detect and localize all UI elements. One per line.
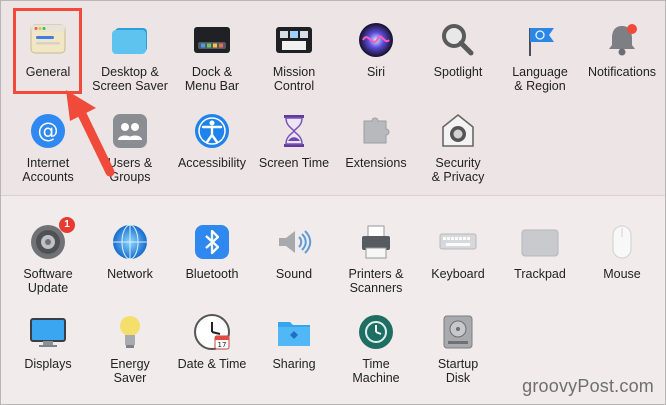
software-update-icon: 1 [28,217,75,262]
pane-time-machine[interactable]: Time Machine [335,296,417,385]
bluetooth-icon [192,222,232,262]
pane-label: Bluetooth [185,267,239,281]
watermark: groovyPost.com [522,376,654,396]
pane-label: Accessibility [177,156,247,170]
sound-icon [274,222,314,262]
pane-label: Sharing [272,357,316,371]
startup-disk-icon [438,312,478,352]
pane-label: Energy Saver [110,357,150,385]
calendar-day-label: 17 [218,341,227,349]
mouse-icon [602,222,642,262]
pane-label: Trackpad [514,267,566,281]
pane-label: Keyboard [431,267,485,281]
pane-network[interactable]: Network [89,206,171,294]
pane-date-time[interactable]: 17 Date & Time [171,296,253,384]
pane-label: Software Update [23,267,73,295]
general-highlight-box [13,8,82,94]
pointer-arrow [66,90,115,177]
pane-printers-scanners[interactable]: Printers & Scanners [335,206,417,295]
pane-screen-time[interactable]: Screen Time [253,95,335,183]
pane-startup-disk[interactable]: Startup Disk [417,296,499,385]
pane-mission-control[interactable]: Mission Control [253,4,335,93]
trackpad-icon [520,222,560,262]
pane-energy-saver[interactable]: Energy Saver [89,296,171,385]
pane-label: Siri [366,65,386,79]
siri-icon [356,20,396,60]
pane-label: Printers & Scanners [348,267,404,295]
svg-text:@: @ [38,119,59,143]
printers-scanners-icon [356,222,396,262]
pane-label: Screen Time [258,156,330,170]
pane-label: Spotlight [433,65,483,79]
time-machine-icon [356,312,396,352]
pane-label: Notifications [587,65,657,79]
pane-sharing[interactable]: Sharing [253,296,335,384]
pane-label: Sound [275,267,313,281]
pane-label: Date & Time [177,357,247,371]
pane-notifications[interactable]: Notifications [581,4,663,92]
update-count-badge: 1 [59,217,75,233]
pane-mouse[interactable]: Mouse [581,206,663,294]
pane-label: Displays [24,357,72,371]
extensions-icon [356,111,396,151]
security-privacy-icon [438,111,478,151]
pane-label: Mission Control [272,65,316,93]
pane-label: Desktop & Screen Saver [92,65,168,93]
pane-label: Network [107,267,153,281]
pane-trackpad[interactable]: Trackpad [499,206,581,294]
pane-keyboard[interactable]: Keyboard [417,206,499,294]
pane-desktop-screen-saver[interactable]: Desktop & Screen Saver [89,4,171,93]
language-region-icon [520,20,560,60]
pane-accessibility[interactable]: Accessibility [171,95,253,183]
pane-label: Language & Region [512,65,568,93]
network-icon [110,222,150,262]
pane-label: Dock & Menu Bar [184,65,240,93]
pane-label: Startup Disk [437,357,479,385]
energy-saver-icon [110,312,150,352]
pane-spotlight[interactable]: Spotlight [417,4,499,92]
pane-software-update[interactable]: 1 Software Update [7,206,89,295]
pane-siri[interactable]: Siri [335,4,417,92]
spotlight-icon [438,20,478,60]
pane-label: Time Machine [352,357,400,385]
pane-label: Mouse [603,267,641,281]
screen-time-icon [274,111,314,151]
date-time-icon: 17 [192,312,232,352]
pane-language-region[interactable]: Language & Region [499,4,581,93]
dock-menubar-icon [192,20,232,60]
pane-displays[interactable]: Displays [7,296,89,384]
sharing-icon [274,312,314,352]
displays-icon [28,312,68,352]
pane-dock-menu-bar[interactable]: Dock & Menu Bar [171,4,253,93]
pane-sound[interactable]: Sound [253,206,335,294]
desktop-screensaver-icon [110,20,150,60]
pane-label: Security & Privacy [431,156,485,184]
pane-bluetooth[interactable]: Bluetooth [171,206,253,294]
keyboard-icon [438,222,478,262]
notifications-icon [602,20,642,60]
mission-control-icon [274,20,314,60]
accessibility-icon [192,111,232,151]
pane-security-privacy[interactable]: Security & Privacy [417,95,499,184]
pane-label: Extensions [345,156,407,170]
pane-extensions[interactable]: Extensions [335,95,417,183]
